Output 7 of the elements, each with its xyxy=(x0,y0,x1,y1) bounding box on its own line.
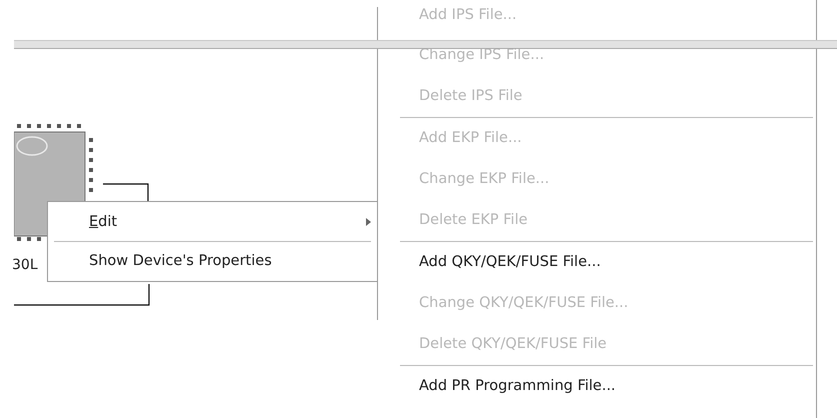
splitter-bar[interactable] xyxy=(14,40,837,49)
menu-item[interactable]: Edit xyxy=(48,203,377,240)
menu-item[interactable]: Add PR Programming File... xyxy=(400,366,816,407)
menu-item[interactable]: Show Device's Properties xyxy=(48,242,377,279)
menu-item[interactable]: Add QKY/QEK/FUSE File... xyxy=(400,242,816,283)
submenu-arrow-icon xyxy=(366,218,371,226)
device-label: 30L xyxy=(12,257,38,273)
